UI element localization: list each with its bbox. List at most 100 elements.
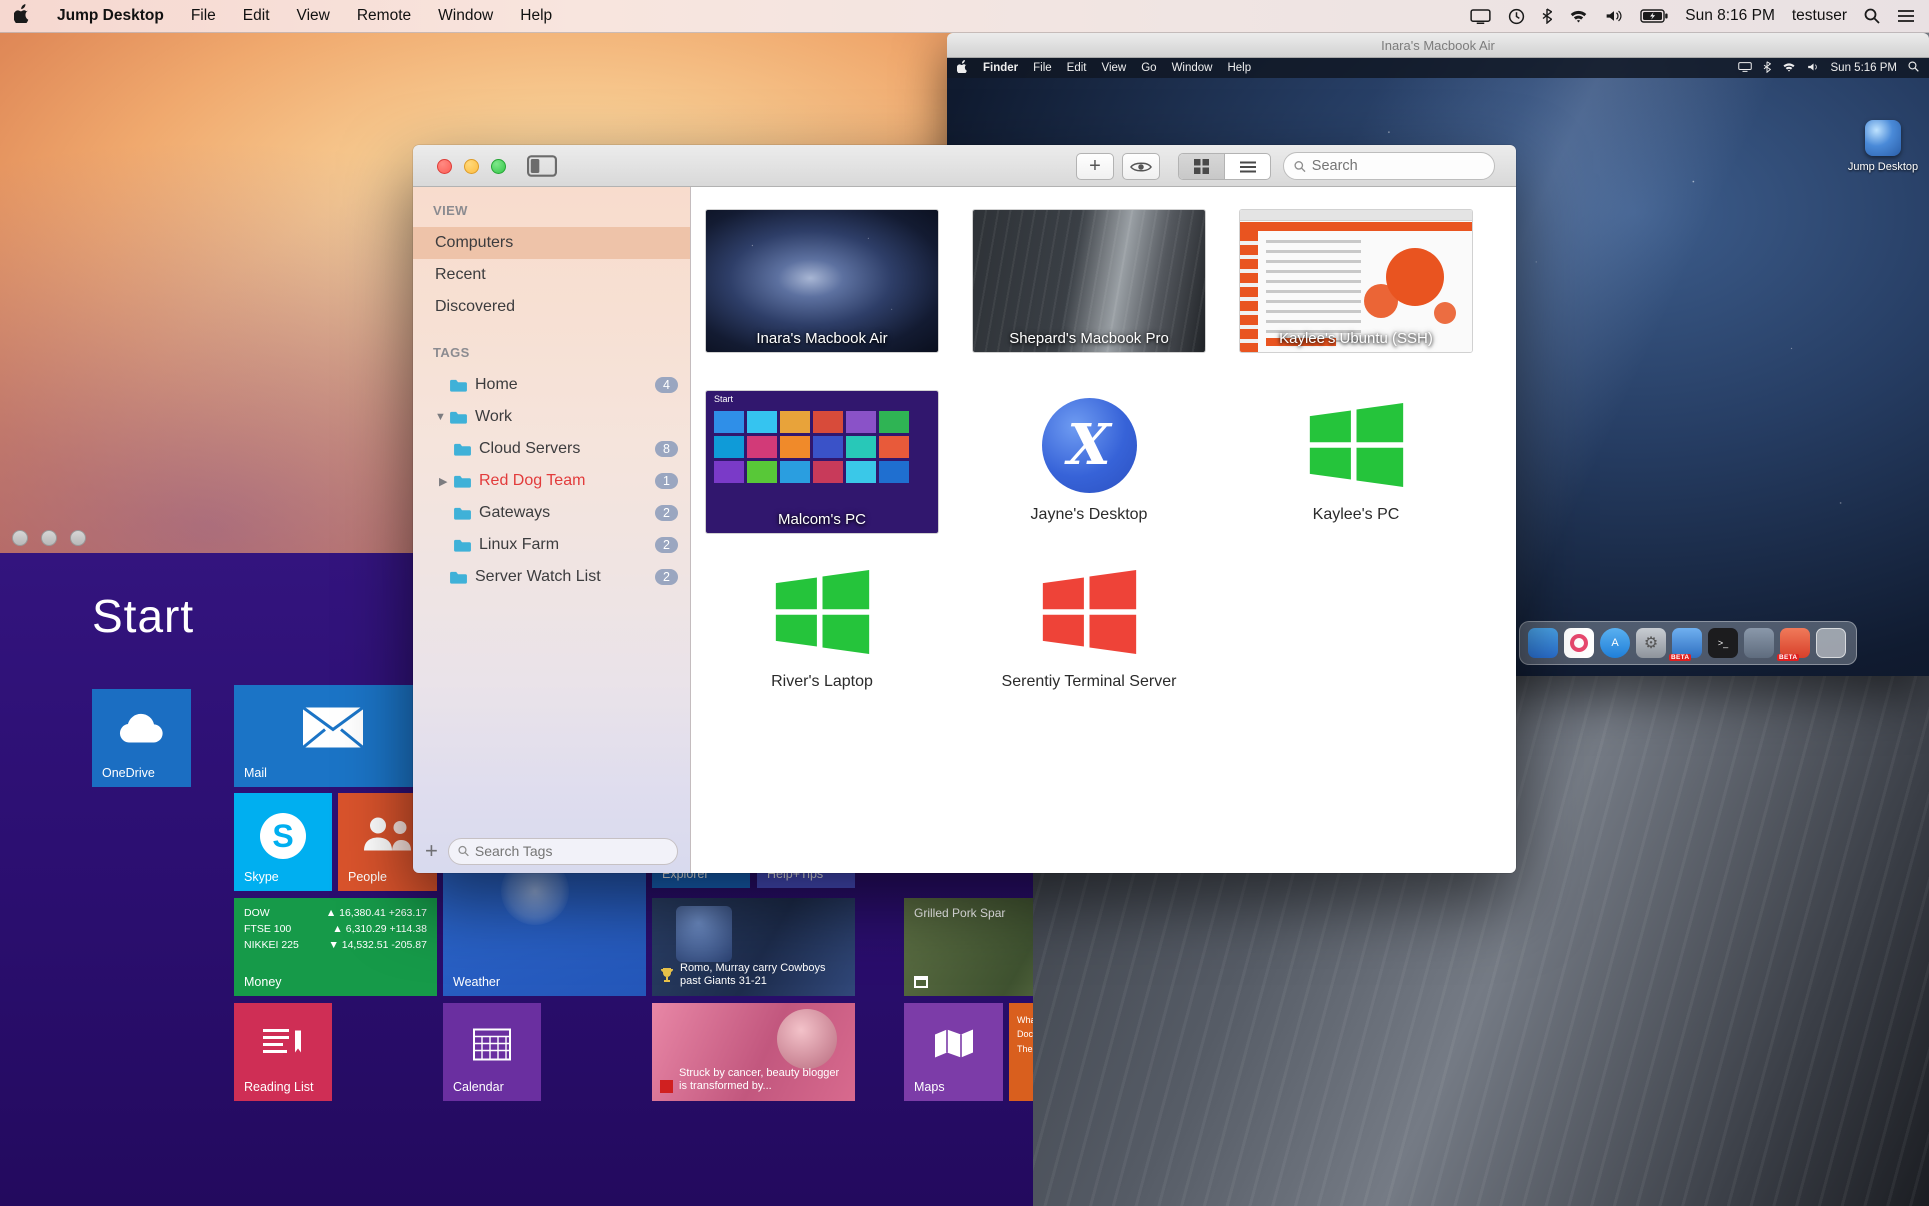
add-computer-button[interactable]: + xyxy=(1076,153,1114,180)
menu-remote[interactable]: Remote xyxy=(357,7,411,25)
dock-appstore-icon[interactable]: A xyxy=(1600,628,1630,658)
menu-file[interactable]: File xyxy=(191,7,216,25)
dock-utility-icon[interactable] xyxy=(1744,628,1774,658)
tile-skype[interactable]: S Skype xyxy=(234,793,332,891)
inactive-minimize-button[interactable] xyxy=(41,530,57,546)
inactive-zoom-button[interactable] xyxy=(70,530,86,546)
sidebar-toggle-button[interactable] xyxy=(527,155,557,182)
remote-menu-edit[interactable]: Edit xyxy=(1067,62,1087,74)
sidebar-item-discovered[interactable]: Discovered xyxy=(413,291,690,323)
tile-onedrive[interactable]: OneDrive xyxy=(92,689,191,787)
zoom-button[interactable] xyxy=(491,159,506,174)
sidebar-item-computers[interactable]: Computers xyxy=(413,227,690,259)
add-tag-button[interactable]: + xyxy=(425,840,438,862)
computer-name: Malcom's PC xyxy=(706,511,938,528)
disclosure-down-icon[interactable]: ▼ xyxy=(435,411,449,423)
tile-money[interactable]: DOW▲ 16,380.41 +263.17 FTSE 100▲ 6,310.2… xyxy=(234,898,437,996)
remote-dock[interactable]: A ⚙ BETA >_ BETA xyxy=(1519,621,1857,665)
sidebar-tag-linux-farm[interactable]: Linux Farm 2 xyxy=(413,529,690,561)
computer-tile-jayne[interactable]: X Jayne's Desktop xyxy=(972,392,1206,524)
search-input[interactable] xyxy=(1312,158,1484,174)
list-view-button[interactable] xyxy=(1224,154,1270,179)
tile-photo-news[interactable]: Struck by cancer, beauty blogger is tran… xyxy=(652,1003,855,1101)
remote-bluetooth-icon[interactable] xyxy=(1763,61,1771,76)
remote-menu-finder[interactable]: Finder xyxy=(983,62,1018,74)
menubar-app-name[interactable]: Jump Desktop xyxy=(57,7,164,25)
dock-app-beta-icon[interactable]: BETA xyxy=(1780,628,1810,658)
tile-sports-news[interactable]: Romo, Murray carry Cowboys past Giants 3… xyxy=(652,898,855,996)
sidebar-tag-cloud-servers[interactable]: Cloud Servers 8 xyxy=(413,433,690,465)
sidebar-tag-home[interactable]: Home 4 xyxy=(413,369,690,401)
notification-center-icon[interactable] xyxy=(1897,9,1915,23)
menu-edit[interactable]: Edit xyxy=(243,7,270,25)
folder-icon xyxy=(453,538,472,553)
computer-tile-kaylee-ubuntu[interactable]: Kaylee's Ubuntu (SSH) xyxy=(1239,209,1473,353)
spotlight-icon[interactable] xyxy=(1864,8,1880,24)
tile-partial[interactable]: Wha Doct Thei xyxy=(1009,1003,1033,1101)
remote-menu-window[interactable]: Window xyxy=(1172,62,1213,74)
computer-tile-shepard[interactable]: Shepard's Macbook Pro xyxy=(972,209,1206,353)
remote-menu-view[interactable]: View xyxy=(1102,62,1127,74)
menu-window[interactable]: Window xyxy=(438,7,493,25)
computer-tile-serenity[interactable]: Serentiy Terminal Server xyxy=(972,559,1206,691)
tag-search-field[interactable] xyxy=(448,838,678,865)
mini-tile xyxy=(846,436,876,458)
tile-mail[interactable]: Mail xyxy=(234,685,431,787)
tag-count-badge: 2 xyxy=(655,537,678,553)
dock-trash-icon[interactable] xyxy=(1816,628,1846,658)
remote-menu-go[interactable]: Go xyxy=(1141,62,1156,74)
inactive-close-button[interactable] xyxy=(12,530,28,546)
tile-reading-list[interactable]: Reading List xyxy=(234,1003,332,1101)
remote-volume-icon[interactable] xyxy=(1807,62,1820,75)
dock-itunes-icon[interactable] xyxy=(1564,628,1594,658)
tile-maps[interactable]: Maps xyxy=(904,1003,1003,1101)
remote-window-titlebar[interactable]: Inara's Macbook Air xyxy=(947,33,1929,58)
sidebar-tag-gateways[interactable]: Gateways 2 xyxy=(413,497,690,529)
computer-tile-inara[interactable]: Inara's Macbook Air xyxy=(705,209,939,353)
close-button[interactable] xyxy=(437,159,452,174)
quick-connect-eye-button[interactable] xyxy=(1122,153,1160,180)
computer-tile-river[interactable]: River's Laptop xyxy=(705,559,939,691)
minimize-button[interactable] xyxy=(464,159,479,174)
dock-system-preferences-icon[interactable]: ⚙ xyxy=(1636,628,1666,658)
jump-window-titlebar[interactable]: + xyxy=(413,145,1516,187)
apple-menu-icon[interactable] xyxy=(14,4,30,28)
dock-terminal-icon[interactable]: >_ xyxy=(1708,628,1738,658)
remote-jump-desktop-app-icon[interactable] xyxy=(1865,120,1901,156)
tile-food-drink[interactable]: Grilled Pork Spar xyxy=(904,898,1033,996)
sidebar-tag-server-watch-list[interactable]: Server Watch List 2 xyxy=(413,561,690,593)
menubar-user[interactable]: testuser xyxy=(1792,7,1847,25)
remote-clock[interactable]: Sun 5:16 PM xyxy=(1831,62,1897,74)
toolbar-search-field[interactable] xyxy=(1283,152,1495,180)
computer-tile-kaylee-pc[interactable]: Kaylee's PC xyxy=(1239,392,1473,524)
wifi-icon[interactable] xyxy=(1569,9,1588,23)
computer-tile-malcom[interactable]: Start Malcom's PC xyxy=(705,390,939,534)
remote-menu-file[interactable]: File xyxy=(1033,62,1052,74)
dock-jump-desktop-beta-icon[interactable]: BETA xyxy=(1672,628,1702,658)
menu-help[interactable]: Help xyxy=(520,7,552,25)
mini-tile xyxy=(747,411,777,433)
disclosure-right-icon[interactable]: ▶ xyxy=(439,475,453,488)
bluetooth-icon[interactable] xyxy=(1542,8,1552,24)
dock-finder-icon[interactable] xyxy=(1528,628,1558,658)
tag-search-input[interactable] xyxy=(475,843,668,859)
grid-view-button[interactable] xyxy=(1179,154,1224,179)
apple-menu-icon[interactable] xyxy=(957,60,968,76)
menu-view[interactable]: View xyxy=(297,7,330,25)
tile-calendar[interactable]: Calendar xyxy=(443,1003,541,1101)
tile-caption: Grilled Pork Spar xyxy=(914,906,1005,920)
remote-wifi-icon[interactable] xyxy=(1782,62,1796,75)
battery-charging-icon[interactable] xyxy=(1640,9,1668,23)
remote-menu-help[interactable]: Help xyxy=(1227,62,1251,74)
tile-label: Money xyxy=(244,975,282,989)
sidebar-tag-work[interactable]: ▼ Work xyxy=(413,401,690,433)
remote-display-icon[interactable] xyxy=(1738,62,1752,75)
sidebar-tag-red-dog-team[interactable]: ▶ Red Dog Team 1 xyxy=(413,465,690,497)
remote-spotlight-icon[interactable] xyxy=(1908,61,1919,75)
time-machine-icon[interactable] xyxy=(1508,8,1525,25)
tag-count-badge: 8 xyxy=(655,441,678,457)
sidebar-item-recent[interactable]: Recent xyxy=(413,259,690,291)
menubar-clock[interactable]: Sun 8:16 PM xyxy=(1685,7,1775,25)
display-mirroring-icon[interactable] xyxy=(1470,9,1491,24)
volume-icon[interactable] xyxy=(1605,9,1623,23)
